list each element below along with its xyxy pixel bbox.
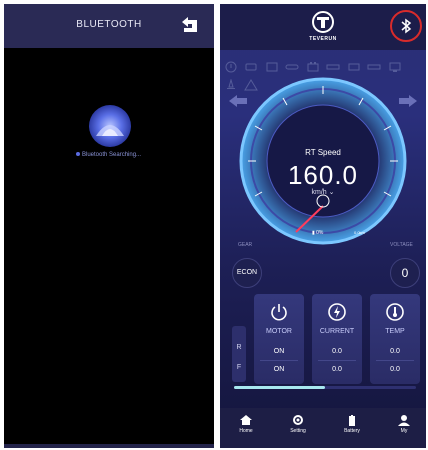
- battery-indicator: ▮ 0%: [312, 230, 323, 236]
- brand-name: TEVERUN: [309, 36, 337, 42]
- nav-label: Setting: [290, 428, 306, 434]
- power-icon: [271, 304, 287, 321]
- radar-icon: [89, 105, 131, 147]
- speed-label: RT Speed: [305, 148, 341, 157]
- chevron-down-icon: ⌄: [328, 189, 335, 196]
- voltage-value: 0: [390, 258, 420, 288]
- bluetooth-status: Bluetooth Searching...: [76, 152, 141, 158]
- battery-percent: 0%: [316, 230, 324, 236]
- gear-icon: [293, 415, 303, 425]
- card-value-2: ON: [273, 366, 285, 373]
- battery-icon: [349, 415, 355, 426]
- dashboard-header: TEVERUN: [220, 4, 426, 50]
- bluetooth-search-text: Bluetooth Searching...: [82, 152, 142, 158]
- direction-f: F: [236, 364, 242, 371]
- battery-warning-icon: [307, 62, 319, 72]
- card-value-1: 0.0: [332, 348, 342, 355]
- thermometer-icon: [386, 303, 404, 321]
- nav-battery[interactable]: Battery: [332, 414, 372, 434]
- status-dot-icon: [76, 152, 80, 157]
- range-value: 0.0km: [354, 230, 365, 235]
- motor-warning-icon: [245, 63, 257, 71]
- card-divider: [318, 360, 356, 361]
- dashboard-screen: TEVERUN RT Speed 160.0 km/h ⌄ ▮ 0% 0.0km…: [220, 4, 426, 448]
- bluetooth-icon: [401, 18, 412, 34]
- card-divider: [376, 360, 414, 361]
- nav-label: Home: [239, 428, 253, 434]
- card-value-2: 0.0: [332, 366, 342, 373]
- nav-label: Battery: [344, 428, 360, 434]
- home-icon: [240, 415, 252, 425]
- sensor-warning-icon: [348, 63, 360, 71]
- card-label: CURRENT: [319, 328, 355, 335]
- user-icon: [398, 415, 410, 426]
- light-warning-icon: [227, 79, 235, 89]
- controller-warning-icon: [266, 62, 278, 72]
- battery-small-icon: ▮: [312, 230, 315, 236]
- gear-mode-button[interactable]: ECON: [232, 258, 262, 288]
- voltage-label: VOLTAGE: [390, 242, 413, 248]
- hall-warning-icon: [367, 64, 381, 70]
- direction-indicator: R F: [232, 326, 246, 382]
- card-label: TEMP: [385, 328, 405, 335]
- nav-home[interactable]: Home: [226, 414, 266, 434]
- warning-icons-row: [224, 60, 422, 91]
- brand-logo-icon: [312, 11, 334, 33]
- temp-card[interactable]: TEMP 0.0 0.0: [370, 294, 420, 384]
- display-warning-icon: [389, 62, 401, 72]
- bluetooth-header: BLUETOOTH: [4, 4, 214, 48]
- nav-my[interactable]: My: [384, 414, 424, 434]
- direction-r: R: [236, 344, 242, 351]
- warning-circle-icon: [225, 61, 237, 73]
- nav-setting[interactable]: Setting: [278, 414, 318, 434]
- current-card[interactable]: CURRENT 0.0 0.0: [312, 294, 362, 384]
- speed-value: 160.0: [287, 160, 359, 190]
- card-value-1: 0.0: [390, 348, 400, 355]
- page-indicator: [234, 386, 416, 389]
- bluetooth-button[interactable]: [390, 10, 422, 42]
- current-icon: [328, 303, 346, 321]
- card-value-1: ON: [273, 348, 285, 355]
- brake-warning-icon: [285, 64, 299, 70]
- bluetooth-screen: BLUETOOTH Bluetooth Searching...: [4, 4, 214, 448]
- card-label: MOTOR: [266, 328, 292, 335]
- motor-card[interactable]: MOTOR ON ON: [254, 294, 304, 384]
- card-divider: [260, 360, 298, 361]
- nav-label: My: [400, 428, 408, 434]
- throttle-warning-icon: [326, 64, 340, 70]
- bottom-bar: [4, 444, 214, 448]
- back-icon[interactable]: [180, 16, 200, 34]
- speed-unit-label: km/h: [311, 189, 327, 196]
- speed-unit[interactable]: km/h ⌄: [220, 188, 426, 196]
- bottom-nav: Home Setting Battery My: [220, 408, 426, 448]
- page-indicator-fill: [234, 386, 325, 389]
- card-value-2: 0.0: [390, 366, 400, 373]
- gear-label: GEAR: [238, 242, 253, 248]
